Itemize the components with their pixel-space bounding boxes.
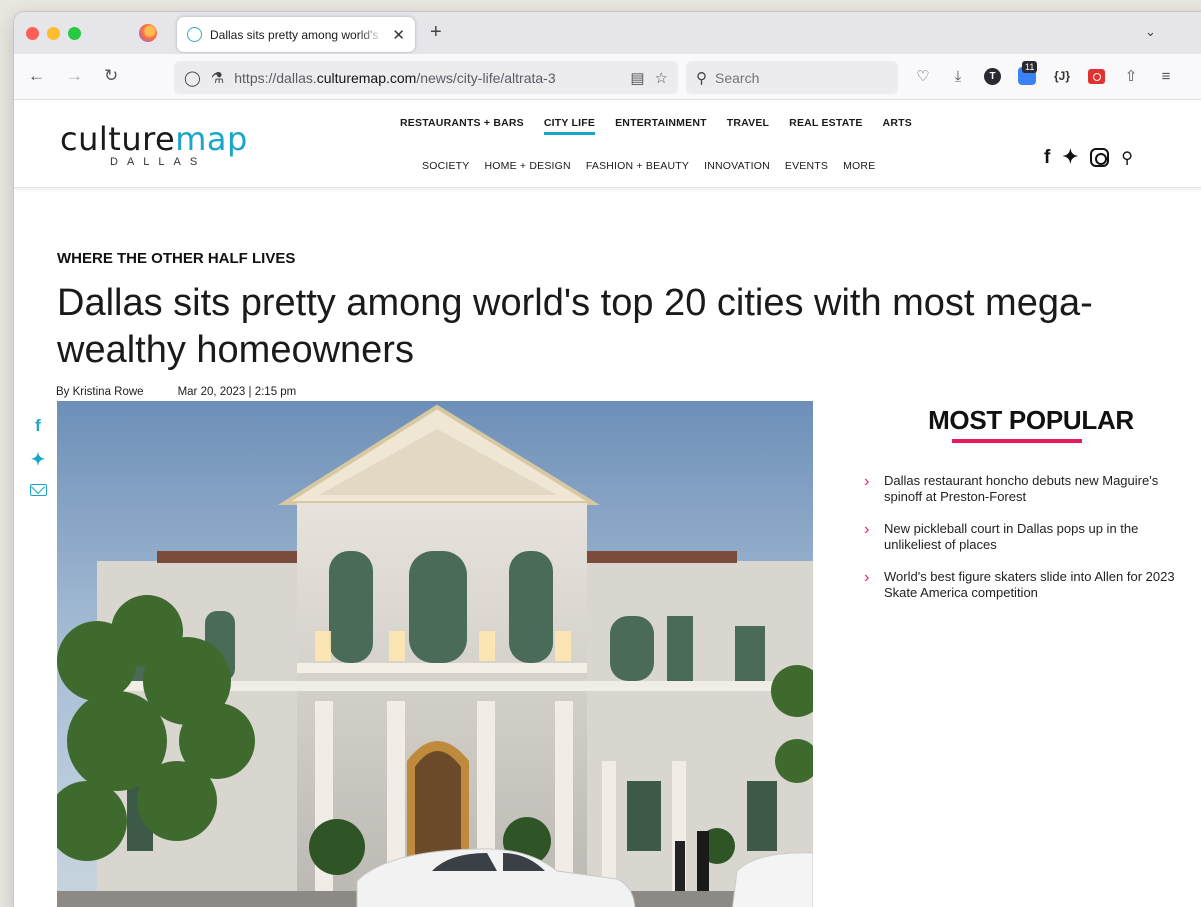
article-kicker[interactable]: WHERE THE OTHER HALF LIVES (57, 250, 295, 267)
list-item[interactable]: › Dallas restaurant honcho debuts new Ma… (864, 473, 1194, 505)
chevron-right-icon: › (864, 521, 870, 538)
bookmark-star-icon[interactable]: ☆ (655, 69, 668, 87)
window-controls (26, 26, 81, 40)
list-item[interactable]: › World's best figure skaters slide into… (864, 569, 1194, 601)
zoom-window-button[interactable] (68, 26, 81, 40)
nav-restaurants-bars[interactable]: RESTAURANTS + BARS (400, 117, 524, 135)
shield-icon[interactable]: ◯ (184, 69, 201, 87)
chevron-right-icon: › (864, 569, 870, 586)
secondary-nav: SOCIETY HOME + DESIGN FASHION + BEAUTY I… (422, 160, 875, 172)
most-popular-underline (952, 439, 1082, 443)
search-input[interactable] (715, 69, 875, 86)
url-text[interactable]: https://dallas.culturemap.com/news/city-… (234, 70, 620, 86)
account-icon[interactable]: T (984, 67, 1001, 85)
nav-events[interactable]: EVENTS (785, 160, 828, 172)
back-arrow-icon[interactable]: ← (28, 66, 45, 86)
share-bar: f ✦ (28, 416, 48, 496)
culturemap-favicon-icon (187, 27, 202, 42)
pocket-icon[interactable]: ♡ (914, 67, 932, 85)
lock-icon[interactable]: ⚗ (211, 69, 224, 87)
most-popular-widget: MOST POPULAR › Dallas restaurant honcho … (864, 405, 1194, 617)
nav-city-life[interactable]: CITY LIFE (543, 117, 596, 135)
primary-nav: RESTAURANTS + BARS CITY LIFE ENTERTAINME… (400, 117, 912, 135)
share-email-icon[interactable] (29, 484, 47, 496)
popular-link-2[interactable]: New pickleball court in Dallas pops up i… (884, 521, 1184, 553)
nav-society[interactable]: SOCIETY (422, 160, 470, 172)
minimize-window-button[interactable] (47, 26, 60, 40)
twitter-icon[interactable]: ✦ (1062, 146, 1078, 169)
nav-home-design[interactable]: HOME + DESIGN (485, 160, 571, 172)
logo-wordmark: culturemap (60, 120, 248, 158)
publish-date: Mar 20, 2023 | 2:15 pm (177, 386, 297, 398)
tab-strip: Dallas sits pretty among world's top 20 … (14, 12, 1201, 54)
menu-icon[interactable]: ≡ (1157, 68, 1175, 85)
site-header: culturemap DALLAS RESTAURANTS + BARS CIT… (14, 100, 1201, 188)
culturemap-logo[interactable]: culturemap DALLAS (60, 120, 248, 168)
nav-real-estate[interactable]: REAL ESTATE (789, 117, 862, 135)
forward-arrow-icon[interactable]: → (66, 66, 83, 86)
extension-badge: 11 (1022, 61, 1038, 73)
new-tab-button[interactable]: + (430, 21, 442, 44)
extension-icon[interactable]: 11 (1018, 61, 1038, 85)
most-popular-title: MOST POPULAR (928, 405, 1134, 435)
json-extension-icon[interactable]: {J} (1053, 69, 1071, 83)
toolbar-icons: ♡ ⤓ T 11 {J} ⇧ ≡ (914, 61, 1175, 85)
reload-icon[interactable]: ↻ (104, 66, 118, 86)
url-bar[interactable]: ◯ ⚗ https://dallas.culturemap.com/news/c… (174, 61, 678, 94)
search-icon: ⚲ (696, 69, 707, 87)
article-headline: Dallas sits pretty among world's top 20 … (57, 282, 1093, 371)
downloads-icon[interactable]: ⤓ (949, 68, 967, 85)
browser-window: Dallas sits pretty among world's top 20 … (14, 12, 1201, 907)
firefox-view-icon[interactable] (139, 24, 157, 42)
tab-close-icon[interactable]: ✕ (392, 26, 405, 44)
nav-innovation[interactable]: INNOVATION (704, 160, 770, 172)
share-facebook-icon[interactable]: f (28, 416, 48, 436)
search-bar[interactable]: ⚲ (686, 61, 898, 94)
share-twitter-icon[interactable]: ✦ (28, 450, 48, 470)
popular-link-1[interactable]: Dallas restaurant honcho debuts new Magu… (884, 473, 1184, 505)
close-window-button[interactable] (26, 26, 39, 40)
hero-building-illustration (57, 401, 813, 907)
instagram-icon[interactable] (1090, 148, 1110, 167)
article-byline: By Kristina Rowe Mar 20, 2023 | 2:15 pm (56, 386, 296, 398)
site-search-icon[interactable]: ⚲ (1121, 148, 1133, 168)
share-icon[interactable]: ⇧ (1122, 67, 1140, 85)
tab-title: Dallas sits pretty among world's top 20 … (210, 27, 385, 42)
hero-image (57, 401, 813, 907)
list-item[interactable]: › New pickleball court in Dallas pops up… (864, 521, 1194, 553)
nav-more[interactable]: MORE (843, 160, 875, 172)
nav-fashion-beauty[interactable]: FASHION + BEAUTY (586, 160, 689, 172)
social-links: f ✦ ⚲ (1044, 146, 1133, 169)
facebook-icon[interactable]: f (1044, 147, 1050, 169)
tab-active[interactable]: Dallas sits pretty among world's top 20 … (177, 17, 415, 52)
nav-arts[interactable]: ARTS (883, 117, 912, 135)
screenshot-extension-icon[interactable] (1088, 68, 1105, 84)
chevron-down-icon[interactable]: ⌄ (1145, 24, 1156, 40)
popular-link-3[interactable]: World's best figure skaters slide into A… (884, 569, 1184, 601)
author-link[interactable]: By Kristina Rowe (56, 386, 144, 398)
nav-entertainment[interactable]: ENTERTAINMENT (615, 117, 707, 135)
most-popular-list: › Dallas restaurant honcho debuts new Ma… (864, 473, 1194, 601)
navigation-toolbar: ← → ↻ ◯ ⚗ https://dallas.culturemap.com/… (14, 54, 1201, 100)
chevron-right-icon: › (864, 473, 870, 490)
nav-travel[interactable]: TRAVEL (727, 117, 769, 135)
reader-view-icon[interactable]: ▤ (630, 69, 644, 87)
